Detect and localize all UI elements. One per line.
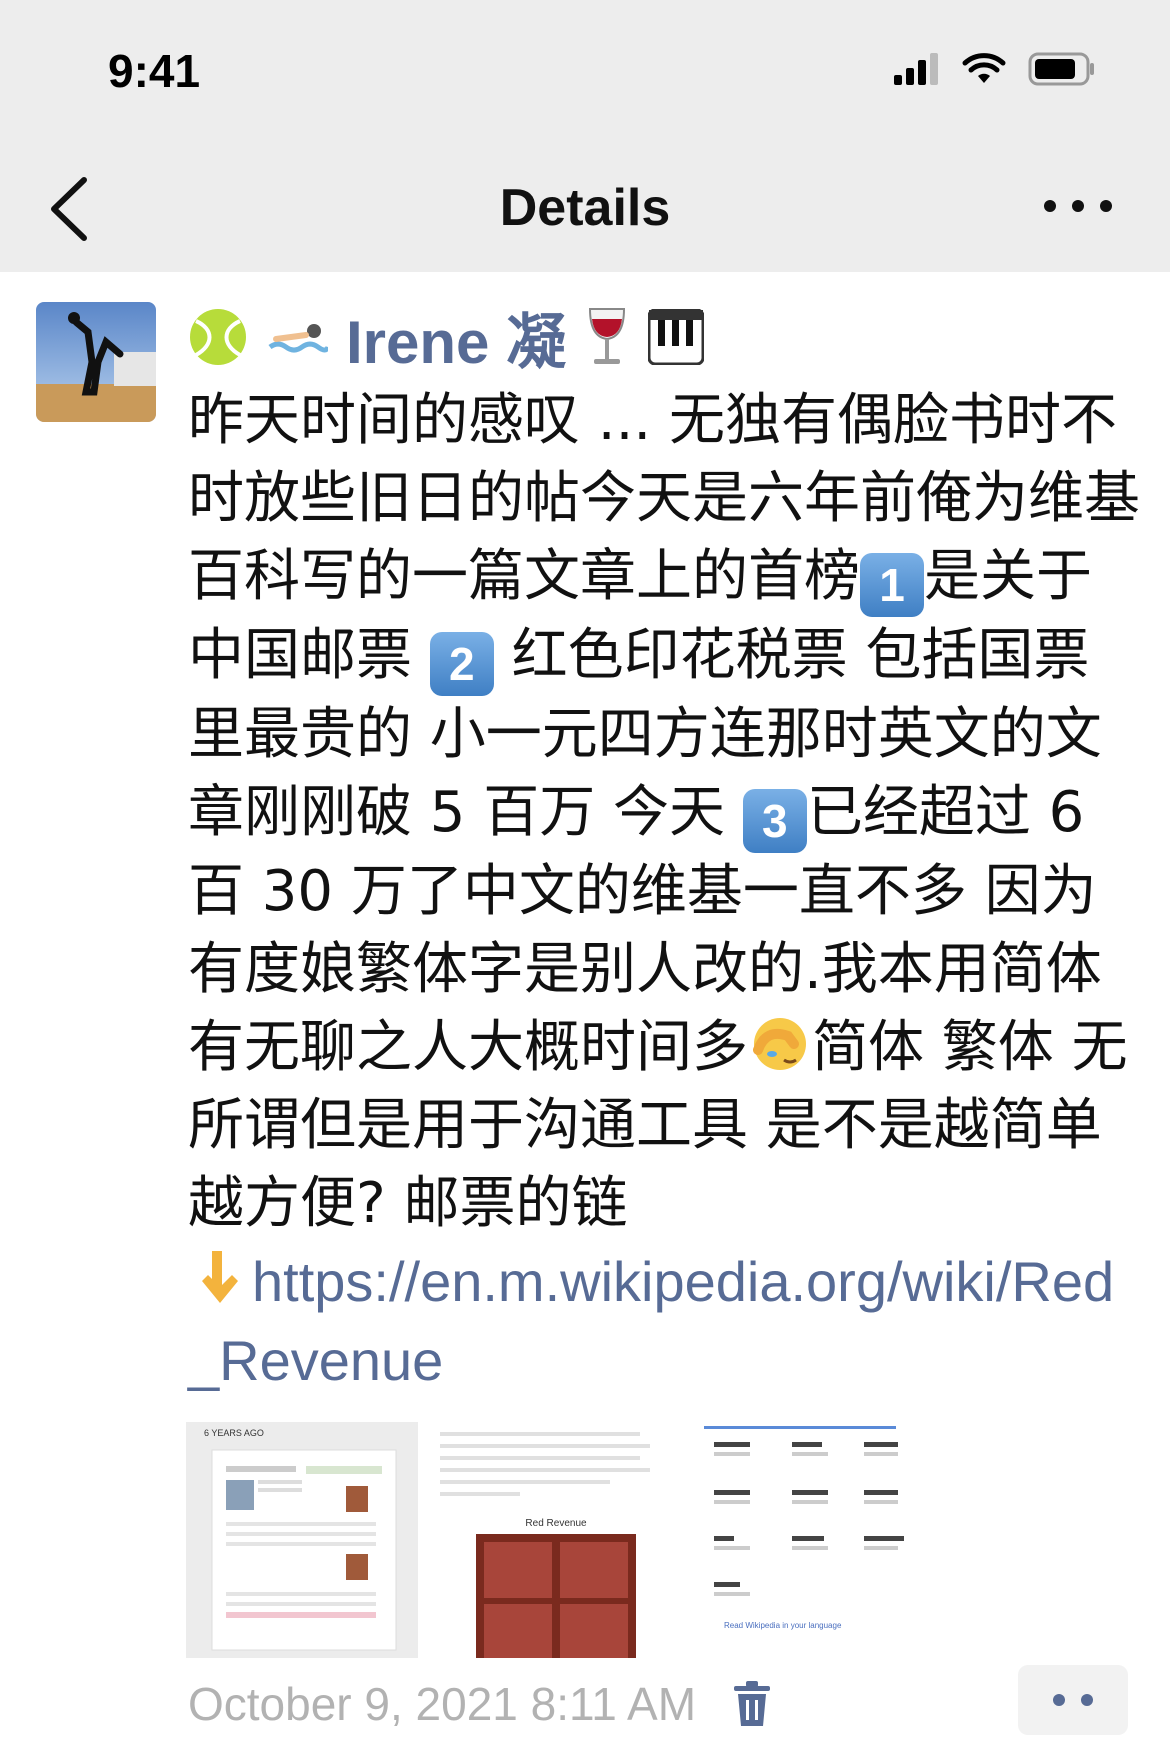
post-meta: October 9, 2021 8:11 AM xyxy=(188,1677,772,1731)
system-icons xyxy=(894,52,1096,86)
swimmer-icon xyxy=(268,324,328,353)
thumbnail-image-3[interactable]: Read Wikipedia in your language xyxy=(694,1422,926,1658)
status-bar: 9:41 xyxy=(0,0,1170,130)
trash-icon[interactable] xyxy=(732,1680,772,1728)
battery-icon xyxy=(1028,52,1094,86)
wine-glass-icon xyxy=(589,308,626,364)
author-name[interactable]: Irene 凝 xyxy=(346,294,566,381)
thumbnail-image-2[interactable]: Red Revenue xyxy=(440,1422,672,1658)
keycap-1-icon: 1 xyxy=(860,553,924,617)
more-options-icon[interactable] xyxy=(1044,200,1112,212)
status-time: 9:41 xyxy=(108,45,201,97)
keycap-2-icon: 2 xyxy=(429,632,494,696)
navigation-bar: Details xyxy=(0,130,1170,272)
page-title: Details xyxy=(499,179,671,237)
post-text: 昨天时间的感叹 ... 无独有偶脸书时不时放些旧日的帖今天是六年前俺为维基百科写… xyxy=(188,382,1140,1401)
tennis-ball-icon xyxy=(190,309,246,365)
wifi-icon xyxy=(962,53,1006,83)
pointing-down-icon xyxy=(202,1251,238,1303)
wikipedia-link[interactable]: https://en.m.wikipedia.org/wiki/Red_Reve… xyxy=(188,1250,1114,1392)
cellular-signal-icon xyxy=(894,53,938,85)
post: Irene 凝 昨天时间的感叹 ... 无独有偶脸书时不时放些旧日的帖今天是六年… xyxy=(0,272,1170,1763)
post-timestamp: October 9, 2021 8:11 AM xyxy=(188,1678,697,1730)
comment-like-button[interactable] xyxy=(1018,1665,1128,1735)
thumb2-label: Red Revenue xyxy=(525,1518,587,1529)
author-row: Irene 凝 xyxy=(188,300,705,376)
facepalm-emoji-icon xyxy=(753,1018,806,1070)
piano-icon xyxy=(648,309,705,365)
keycap-3-icon: 3 xyxy=(742,789,807,853)
thumb3-label: Read Wikipedia in your language xyxy=(724,1621,842,1630)
thumbnail-image-1[interactable]: 6 YEARS AGO xyxy=(186,1422,418,1658)
image-thumbnails: 6 YEARS AGO Red Revenue Read Wikipedia i… xyxy=(186,1422,926,1658)
thumb1-label: 6 YEARS AGO xyxy=(204,1428,264,1438)
avatar[interactable] xyxy=(36,302,156,422)
